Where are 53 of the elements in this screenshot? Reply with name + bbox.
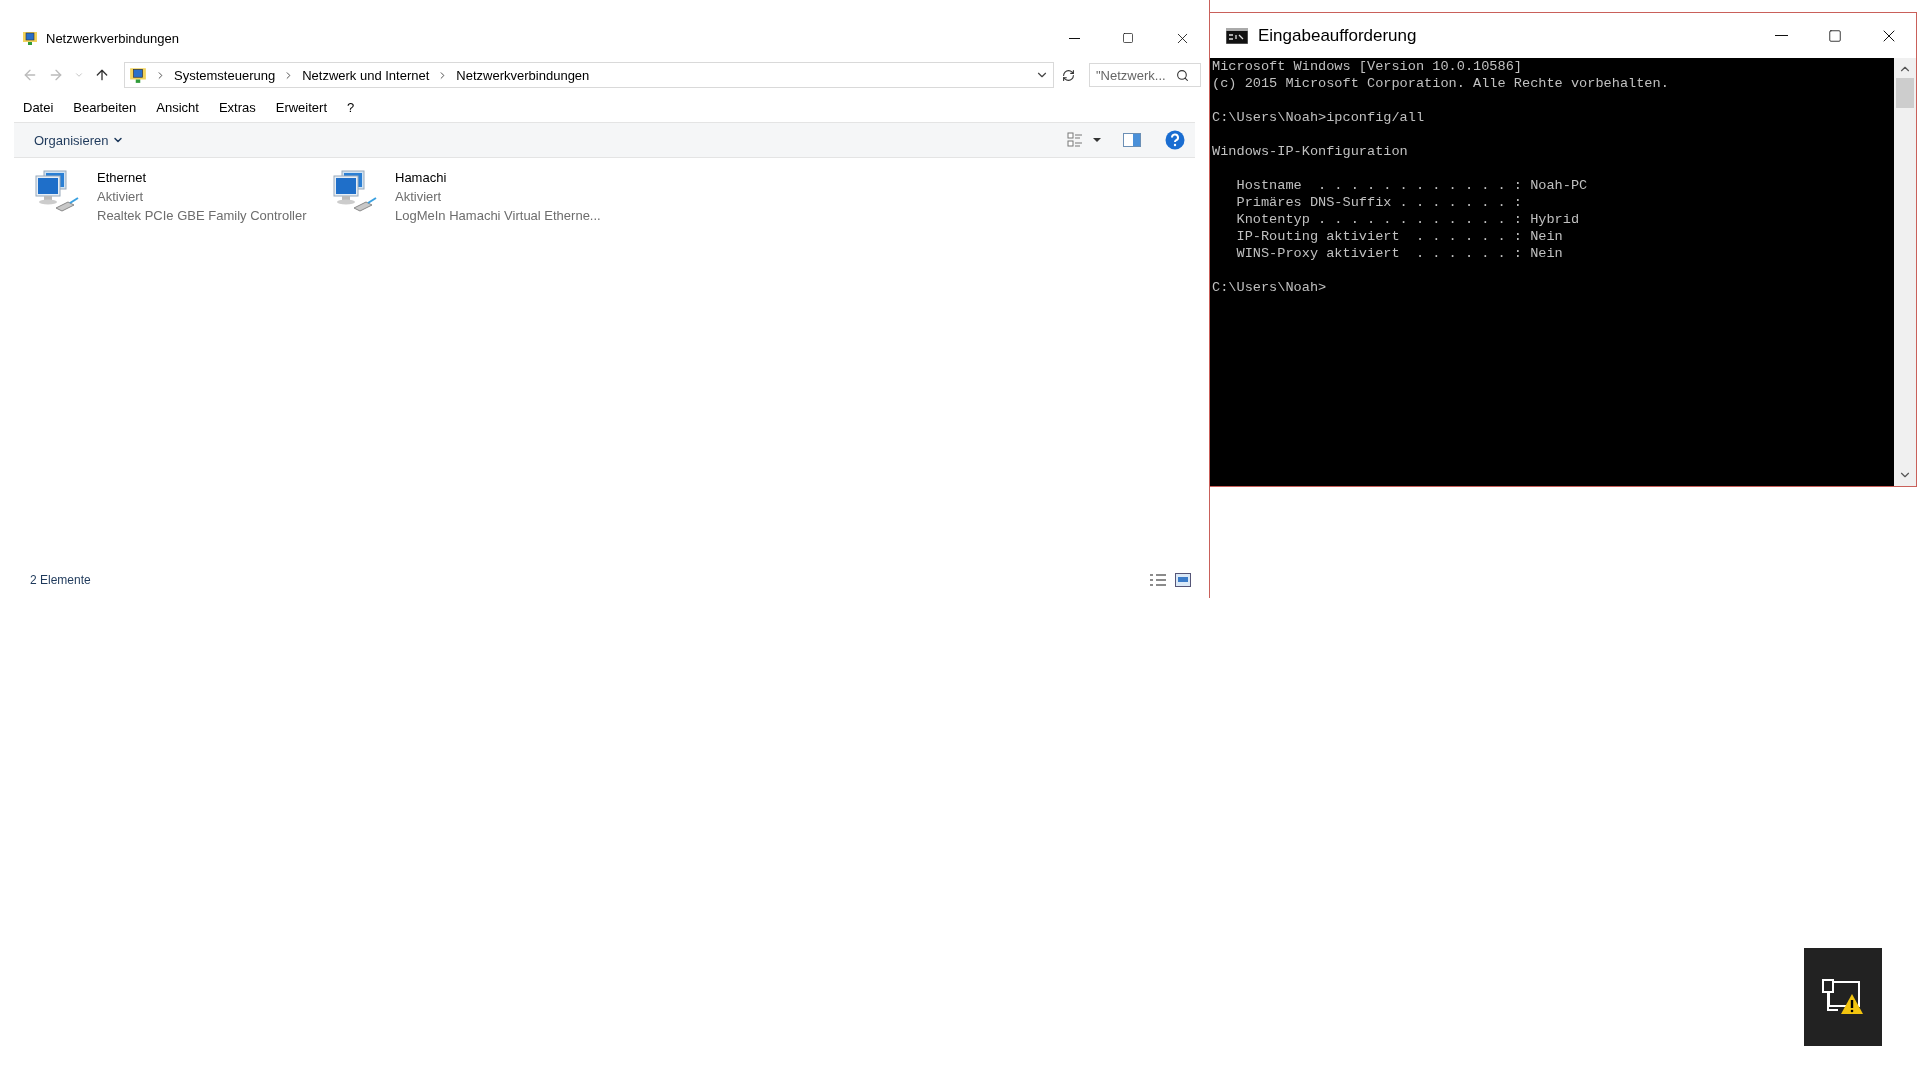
help-icon[interactable] [1165,130,1185,150]
breadcrumb-item[interactable]: Netzwerkverbindungen [456,67,590,83]
network-computer-icon [332,168,378,214]
maximize-icon [1122,32,1134,44]
details-view-icon[interactable] [1149,573,1167,587]
organize-button[interactable]: Organisieren [34,132,125,148]
maximize-icon [1828,28,1842,43]
console-line: IP-Routing aktiviert . . . . . . : Nein [1235,228,1564,245]
item-count: 2 Elemente [30,573,92,587]
console-line: Knotentyp . . . . . . . . . . . . : Hybrid [1235,211,1581,228]
view-options-icon[interactable] [1067,132,1101,148]
forward-arrow-icon [48,67,64,83]
connection-name[interactable]: Hamachi [395,168,601,187]
minimize-icon [1068,37,1080,39]
console-window-icon [1226,27,1248,44]
console-line: WINS-Proxy aktiviert . . . . . . : Nein [1235,245,1564,262]
adapter-name: Realtek PCIe GBE Family Controller [97,207,307,225]
large-icons-view-icon[interactable] [1175,573,1191,587]
window-title: Eingabeaufforderung [1258,25,1418,46]
connection-name[interactable]: Ethernet [97,168,307,187]
address-bar[interactable]: Systemsteuerung Netzwerk und Internet Netzwerkverbindungen [124,62,1054,88]
chevron-down-icon [74,70,84,80]
menu-item[interactable]: Erweitert [266,97,337,117]
console-line: Primäres DNS-Suffix . . . . . . . : [1235,194,1523,211]
connection-status: Aktiviert [97,188,145,206]
menu-item[interactable]: Bearbeiten [64,97,146,117]
menu-item[interactable]: Extras [209,97,265,117]
connection-status: Aktiviert [395,188,443,206]
scrollbar[interactable] [1894,58,1916,486]
breadcrumb-item[interactable]: Systemsteuerung [174,67,276,83]
search-icon [1176,68,1189,82]
network-warning-icon [1821,978,1865,1016]
scrollbar-thumb[interactable] [1896,78,1914,108]
menu-item[interactable]: Ansicht [147,97,208,117]
console-line: (c) 2015 Microsoft Corporation. Alle Rechte vorbehalten. [1212,75,1670,92]
console-line: Microsoft Windows [Version 10.0.10586] [1212,58,1523,75]
network-computer-icon [34,168,80,214]
preview-pane-icon[interactable] [1123,133,1141,147]
network-folder-icon [129,66,147,84]
menu-item[interactable]: ? [338,97,364,117]
notification-tile[interactable] [1804,948,1882,1046]
menu-item[interactable]: Datei [14,97,63,117]
console-line: Hostname . . . . . . . . . . . . : Noah-PC [1235,177,1589,194]
window-title: Netzwerkverbindungen [46,31,180,46]
network-folder-icon [22,30,38,46]
breadcrumb-item[interactable]: Netzwerk und Internet [302,67,430,83]
refresh-icon [1062,68,1075,82]
console-line: C:\Users\Noah>ipconfig/all [1212,109,1426,126]
adapter-name: LogMeIn Hamachi Virtual Etherne... [395,207,601,225]
minimize-icon [1774,35,1788,36]
search-box[interactable]: "Netzwerk... [1089,63,1201,87]
console-line: Windows-IP-Konfiguration [1212,143,1409,160]
console-line: C:\Users\Noah> [1212,279,1328,296]
